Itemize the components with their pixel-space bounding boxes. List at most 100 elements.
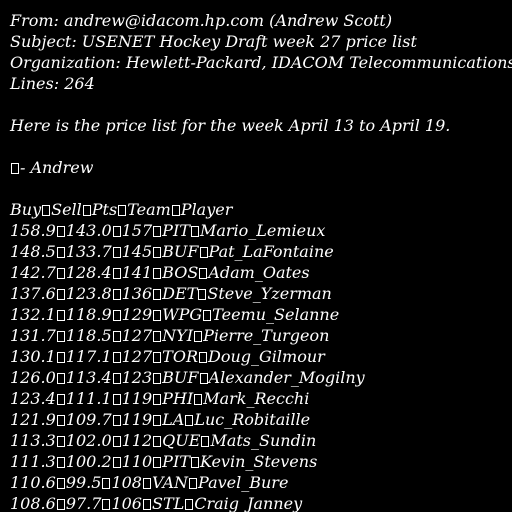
table-cell: 110 bbox=[121, 452, 153, 471]
table-row: 130.1 117.1 127 TOR Doug_Gilmour bbox=[10, 346, 325, 367]
tab-glyph bbox=[171, 205, 180, 216]
table-cell: 119 bbox=[121, 389, 153, 408]
tab-glyph bbox=[56, 415, 65, 426]
table-cell: STL bbox=[151, 494, 185, 512]
table-cell: Pat_LaFontaine bbox=[208, 242, 334, 261]
table-row: 131.7 118.5 127 NYI Pierre_Turgeon bbox=[10, 325, 329, 346]
table-cell: Mats_Sundin bbox=[210, 431, 317, 450]
table-cell: 119 bbox=[121, 410, 153, 429]
table-cell: 131.7 bbox=[10, 326, 56, 345]
tab-glyph bbox=[56, 457, 65, 468]
tab-glyph bbox=[82, 205, 91, 216]
column-header: Team bbox=[127, 200, 171, 219]
intro-text: Here is the price list for the week Apri… bbox=[10, 116, 451, 135]
table-cell: 127 bbox=[121, 326, 153, 345]
table-cell: Mario_Lemieux bbox=[199, 221, 326, 240]
tab-glyph bbox=[199, 247, 208, 258]
table-cell: 106 bbox=[111, 494, 142, 512]
table-cell: 148.5 bbox=[10, 242, 56, 261]
table-cell: LA bbox=[162, 410, 185, 429]
table-cell: 117.1 bbox=[65, 347, 112, 366]
table-header-row: Buy Sell Pts Team Player bbox=[10, 199, 232, 220]
tab-glyph bbox=[112, 331, 121, 342]
table-cell: 129 bbox=[121, 305, 153, 324]
tab-glyph bbox=[153, 394, 162, 405]
table-cell: PIT bbox=[162, 452, 190, 471]
tab-glyph bbox=[112, 310, 121, 321]
table-row: 123.4 111.1 119 PHI Mark_Recchi bbox=[10, 388, 309, 409]
usenet-post: From: andrew@idacom.hp.com (Andrew Scott… bbox=[0, 0, 512, 512]
table-cell: Luc_Robitaille bbox=[194, 410, 311, 429]
table-row: 126.0 113.4 123 BUF Alexander_Mogilny bbox=[10, 367, 365, 388]
table-cell: Steve_Yzerman bbox=[207, 284, 332, 303]
tab-glyph bbox=[153, 373, 162, 384]
tab-glyph bbox=[56, 436, 65, 447]
table-cell: 137.6 bbox=[10, 284, 56, 303]
table-cell: 102.0 bbox=[65, 431, 112, 450]
tab-glyph bbox=[185, 415, 194, 426]
tab-glyph bbox=[56, 247, 65, 258]
table-row: 158.9 143.0 157 PIT Mario_Lemieux bbox=[10, 220, 325, 241]
table-cell: 100.2 bbox=[65, 452, 112, 471]
table-cell: NYI bbox=[162, 326, 194, 345]
tab-glyph bbox=[153, 436, 162, 447]
tab-glyph bbox=[56, 478, 65, 489]
table-cell: 142.7 bbox=[10, 263, 56, 282]
tab-glyph bbox=[153, 457, 162, 468]
table-cell: 136 bbox=[121, 284, 153, 303]
signature-line: - Andrew bbox=[10, 157, 93, 178]
tab-glyph bbox=[112, 247, 121, 258]
table-cell: 110.6 bbox=[10, 473, 56, 492]
table-cell: 132.1 bbox=[10, 305, 56, 324]
tab-glyph bbox=[198, 289, 207, 300]
table-cell: 141 bbox=[121, 263, 153, 282]
table-cell: 111.3 bbox=[10, 452, 56, 471]
table-cell: 121.9 bbox=[10, 410, 56, 429]
table-cell: PHI bbox=[162, 389, 194, 408]
tab-glyph bbox=[56, 352, 65, 363]
table-cell: 157 bbox=[121, 221, 153, 240]
table-cell: 128.4 bbox=[65, 263, 112, 282]
table-cell: 133.7 bbox=[65, 242, 112, 261]
tab-glyph bbox=[56, 331, 65, 342]
column-header: Buy bbox=[10, 200, 42, 219]
table-cell: 123.8 bbox=[65, 284, 112, 303]
table-cell: 143.0 bbox=[65, 221, 112, 240]
tab-glyph bbox=[112, 226, 121, 237]
tab-glyph bbox=[102, 499, 111, 510]
table-cell: 113.3 bbox=[10, 431, 56, 450]
tab-glyph bbox=[199, 373, 208, 384]
table-cell: 109.7 bbox=[65, 410, 112, 429]
tab-glyph bbox=[142, 499, 151, 510]
tab-glyph bbox=[194, 394, 203, 405]
tab-glyph bbox=[112, 352, 121, 363]
tab-glyph bbox=[112, 436, 121, 447]
table-cell: Mark_Recchi bbox=[203, 389, 310, 408]
table-row: 111.3 100.2 110 PIT Kevin_Stevens bbox=[10, 451, 317, 472]
table-cell: BUF bbox=[162, 368, 199, 387]
tab-glyph bbox=[112, 373, 121, 384]
table-row: 108.6 97.7 106 STL Craig_Janney bbox=[10, 493, 302, 512]
table-cell: 130.1 bbox=[10, 347, 56, 366]
table-cell: 111.1 bbox=[65, 389, 112, 408]
tab-glyph bbox=[153, 226, 162, 237]
tab-glyph bbox=[112, 289, 121, 300]
tab-glyph bbox=[112, 268, 121, 279]
table-cell: DET bbox=[162, 284, 198, 303]
tab-glyph bbox=[190, 226, 199, 237]
tab-glyph bbox=[102, 478, 111, 489]
table-cell: 99.5 bbox=[65, 473, 102, 492]
table-cell: 123.4 bbox=[10, 389, 56, 408]
table-cell: VAN bbox=[151, 473, 189, 492]
tab-glyph bbox=[153, 331, 162, 342]
tab-glyph bbox=[56, 289, 65, 300]
table-cell: Pavel_Bure bbox=[198, 473, 289, 492]
tab-glyph bbox=[56, 373, 65, 384]
tab-glyph bbox=[194, 331, 203, 342]
tab-glyph bbox=[153, 310, 162, 321]
tab-glyph bbox=[199, 352, 208, 363]
table-cell: BUF bbox=[162, 242, 199, 261]
column-header: Pts bbox=[91, 200, 118, 219]
table-row: 132.1 118.9 129 WPG Teemu_Selanne bbox=[10, 304, 339, 325]
table-cell: 118.9 bbox=[65, 305, 112, 324]
